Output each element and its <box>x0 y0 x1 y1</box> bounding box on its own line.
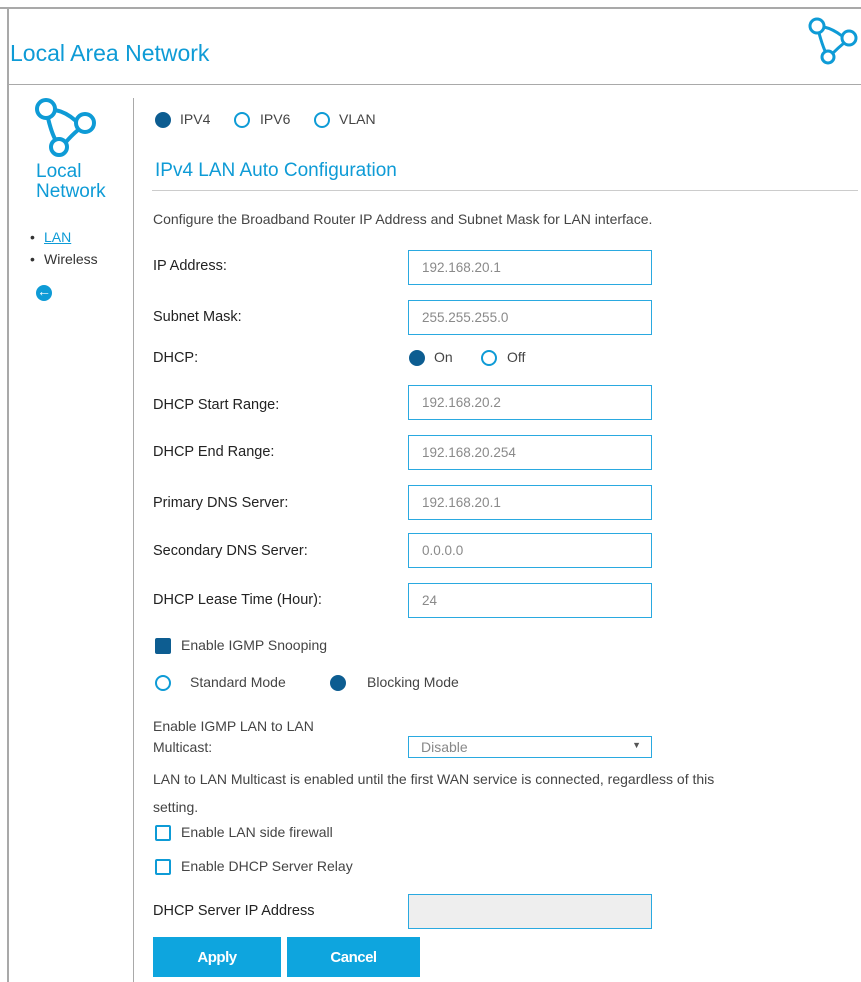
sidebar-link-wireless[interactable]: Wireless <box>44 251 98 267</box>
dhcp-server-ip-input[interactable] <box>408 894 652 929</box>
dhcp-on-label: On <box>434 349 453 365</box>
dhcp-server-ip-label: DHCP Server IP Address <box>153 903 315 919</box>
sidebar-link-lan[interactable]: LAN <box>44 229 71 245</box>
sidebar-item-lan[interactable]: LAN <box>30 228 98 250</box>
lan-multicast-select[interactable]: Disable ▼ <box>408 736 652 758</box>
sidebar-title: Local Network <box>36 162 106 202</box>
igmp-snooping-label: Enable IGMP Snooping <box>181 637 328 653</box>
ip-address-input[interactable] <box>408 250 652 285</box>
lan-multicast-label-line2: Multicast: <box>153 739 213 755</box>
sidebar-title-line2: Network <box>36 181 106 202</box>
blocking-mode-label: Blocking Mode <box>367 674 459 690</box>
apply-button[interactable]: Apply <box>153 937 281 977</box>
radio-ipv4[interactable] <box>155 112 171 128</box>
dhcp-end-input[interactable] <box>408 435 652 470</box>
radio-ipv6[interactable] <box>234 112 250 128</box>
dhcp-relay-label: Enable DHCP Server Relay <box>181 858 353 874</box>
section-title: IPv4 LAN Auto Configuration <box>155 160 397 181</box>
dhcp-end-label: DHCP End Range: <box>153 444 275 460</box>
local-network-icon <box>35 98 96 157</box>
lan-firewall-checkbox[interactable] <box>155 825 171 841</box>
primary-dns-label: Primary DNS Server: <box>153 495 289 511</box>
back-arrow-icon[interactable] <box>36 283 52 301</box>
title-divider <box>9 84 861 85</box>
radio-ipv6-label: IPV6 <box>260 111 291 127</box>
section-description: Configure the Broadband Router IP Addres… <box>153 211 653 227</box>
multicast-note: LAN to LAN Multicast is enabled until th… <box>153 765 714 821</box>
dhcp-off-radio[interactable] <box>481 350 497 366</box>
frame-top-border <box>0 7 861 9</box>
secondary-dns-label: Secondary DNS Server: <box>153 543 308 559</box>
radio-ipv4-label: IPV4 <box>180 111 211 127</box>
ip-address-label: IP Address: <box>153 258 227 274</box>
dropdown-arrow-icon: ▼ <box>632 740 641 750</box>
sidebar-title-line1: Local <box>36 161 82 182</box>
dhcp-label: DHCP: <box>153 350 199 366</box>
lan-firewall-label: Enable LAN side firewall <box>181 824 333 840</box>
secondary-dns-input[interactable] <box>408 533 652 568</box>
sidebar-nav: LAN Wireless <box>30 228 98 272</box>
lan-multicast-label: Enable IGMP LAN to LAN Multicast: <box>153 716 314 758</box>
sidebar-divider <box>133 98 134 982</box>
subnet-mask-label: Subnet Mask: <box>153 309 242 325</box>
multicast-note-line2: setting. <box>153 799 199 815</box>
subnet-mask-input[interactable] <box>408 300 652 335</box>
page-title: Local Area Network <box>10 40 210 66</box>
lan-multicast-select-value: Disable <box>421 739 468 755</box>
lease-time-label: DHCP Lease Time (Hour): <box>153 592 322 608</box>
dhcp-start-label: DHCP Start Range: <box>153 397 280 413</box>
standard-mode-label: Standard Mode <box>190 674 286 690</box>
network-nodes-icon <box>808 17 858 65</box>
radio-vlan-label: VLAN <box>339 111 376 127</box>
lan-multicast-label-line1: Enable IGMP LAN to LAN <box>153 718 314 734</box>
section-divider <box>152 190 858 191</box>
primary-dns-input[interactable] <box>408 485 652 520</box>
lease-time-input[interactable] <box>408 583 652 618</box>
igmp-snooping-checkbox[interactable] <box>155 638 171 654</box>
blocking-mode-radio[interactable] <box>330 675 346 691</box>
multicast-note-line1: LAN to LAN Multicast is enabled until th… <box>153 771 715 787</box>
radio-vlan[interactable] <box>314 112 330 128</box>
dhcp-start-input[interactable] <box>408 385 652 420</box>
frame-left-border <box>7 7 9 982</box>
cancel-button[interactable]: Cancel <box>287 937 420 977</box>
dhcp-relay-checkbox[interactable] <box>155 859 171 875</box>
standard-mode-radio[interactable] <box>155 675 171 691</box>
sidebar-item-wireless[interactable]: Wireless <box>30 250 98 272</box>
dhcp-on-radio[interactable] <box>409 350 425 366</box>
dhcp-off-label: Off <box>507 349 526 365</box>
